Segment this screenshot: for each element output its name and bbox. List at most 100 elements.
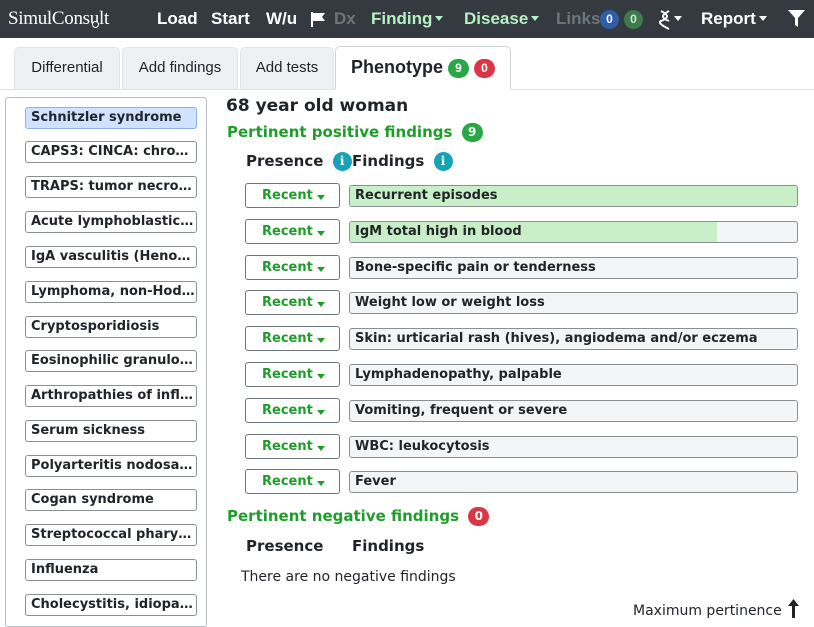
finding-item[interactable]: Vomiting, frequent or severe bbox=[349, 400, 798, 422]
info-icon[interactable]: i bbox=[332, 152, 352, 171]
presence-dropdown[interactable]: Recent bbox=[245, 290, 340, 315]
presence-dropdown[interactable]: Recent bbox=[245, 469, 340, 494]
brand-logo[interactable]: SimulConsult bbox=[8, 6, 109, 32]
chevron-down-icon bbox=[317, 481, 325, 486]
nav-disease-dropdown[interactable]: Disease bbox=[464, 8, 540, 30]
finding-item[interactable]: Fever bbox=[349, 471, 798, 493]
chevron-down-icon bbox=[317, 302, 325, 307]
links-badge-green: 0 bbox=[624, 10, 643, 29]
nav-links[interactable]: Links bbox=[556, 8, 600, 30]
negative-findings-heading: Pertinent negative findings 0 bbox=[227, 507, 490, 526]
finding-item[interactable]: WBC: leukocytosis bbox=[349, 436, 798, 458]
presence-dropdown[interactable]: Recent bbox=[245, 398, 340, 423]
chevron-down-icon bbox=[758, 15, 767, 21]
presence-dropdown[interactable]: Recent bbox=[245, 434, 340, 459]
differential-item[interactable]: Polyarteritis nodosa, classic bbox=[25, 455, 197, 477]
positive-findings-heading-text: Pertinent positive findings bbox=[227, 123, 453, 141]
differential-item[interactable]: TRAPS: tumor necrosis factor receptor-as… bbox=[25, 176, 197, 198]
info-icon[interactable]: i bbox=[433, 152, 453, 171]
finding-item[interactable]: Recurrent episodes bbox=[349, 185, 798, 207]
finding-item[interactable]: IgM total high in blood bbox=[349, 221, 798, 243]
differential-item[interactable]: Lymphoma, non-Hodgkin bbox=[25, 281, 197, 303]
tab-add-tests[interactable]: Add tests bbox=[240, 47, 334, 89]
differential-list: Schnitzler syndrome CAPS3: CINCA: chroni… bbox=[5, 97, 207, 627]
nav-disease-label: Disease bbox=[464, 9, 529, 28]
negative-count-badge: 0 bbox=[468, 507, 490, 526]
differential-item[interactable]: Eosinophilic granulomatosis with polyang… bbox=[25, 350, 197, 372]
finding-label: Recurrent episodes bbox=[355, 188, 498, 203]
differential-item[interactable]: IgA vasculitis (Henoch-Schönlein purpura… bbox=[25, 246, 197, 268]
no-negative-findings-text: There are no negative findings bbox=[241, 569, 456, 585]
filter-icon[interactable] bbox=[788, 10, 805, 28]
finding-label: Weight low or weight loss bbox=[355, 295, 545, 310]
chevron-down-icon bbox=[317, 446, 325, 451]
nav-report-dropdown[interactable]: Report bbox=[701, 8, 767, 30]
chevron-down-icon bbox=[317, 374, 325, 379]
positive-count-badge: 9 bbox=[461, 123, 483, 142]
arrow-up-icon bbox=[788, 599, 800, 618]
presence-dropdown-label: Recent bbox=[262, 331, 313, 346]
tab-bar: Differential Add findings Add tests Phen… bbox=[0, 38, 814, 90]
chevron-down-icon bbox=[531, 15, 540, 21]
finding-label: Lymphadenopathy, palpable bbox=[355, 367, 562, 382]
presence-dropdown[interactable]: Recent bbox=[245, 219, 340, 244]
presence-dropdown[interactable]: Recent bbox=[245, 362, 340, 387]
finding-label: IgM total high in blood bbox=[355, 224, 522, 239]
brand-logo-dot bbox=[92, 21, 99, 28]
presence-dropdown-label: Recent bbox=[262, 439, 313, 454]
findings-header-text: Findings bbox=[352, 152, 425, 170]
presence-dropdown[interactable]: Recent bbox=[245, 183, 340, 208]
presence-column-header: Presence i bbox=[246, 152, 352, 171]
finding-item[interactable]: Lymphadenopathy, palpable bbox=[349, 364, 798, 386]
differential-item[interactable]: Influenza bbox=[25, 559, 197, 581]
differential-item[interactable]: Streptococcal pharyngitis bbox=[25, 524, 197, 546]
differential-item[interactable]: Acute lymphoblastic leukemia bbox=[25, 211, 197, 233]
nav-finding-dropdown[interactable]: Finding bbox=[371, 8, 444, 30]
nav-start[interactable]: Start bbox=[211, 8, 250, 30]
presence-dropdown[interactable]: Recent bbox=[245, 326, 340, 351]
presence-dropdown-label: Recent bbox=[262, 188, 313, 203]
presence-dropdown-label: Recent bbox=[262, 260, 313, 275]
nav-wu[interactable]: W/u bbox=[266, 8, 297, 30]
presence-dropdown-label: Recent bbox=[262, 295, 313, 310]
max-pertinence-label: Maximum pertinence bbox=[633, 603, 782, 619]
differential-item[interactable]: Arthropathies of inflammatory bowel dise… bbox=[25, 385, 197, 407]
differential-item[interactable]: Schnitzler syndrome bbox=[25, 107, 197, 129]
finding-item[interactable]: Bone-specific pain or tenderness bbox=[349, 257, 798, 279]
findings-column-header: Findings i bbox=[352, 152, 453, 171]
differential-item[interactable]: Cholecystitis, idiopathic bbox=[25, 594, 197, 616]
finding-label: WBC: leukocytosis bbox=[355, 439, 490, 454]
nav-finding-label: Finding bbox=[371, 9, 433, 28]
differential-item[interactable]: CAPS3: CINCA: chronic infantile neurolog… bbox=[25, 141, 197, 163]
dna-dropdown[interactable] bbox=[659, 8, 682, 30]
negative-findings-header: Findings bbox=[352, 537, 425, 555]
tab-differential[interactable]: Differential bbox=[14, 47, 120, 89]
presence-dropdown-label: Recent bbox=[262, 403, 313, 418]
chevron-down-icon bbox=[674, 15, 682, 21]
nav-dx[interactable]: Dx bbox=[334, 8, 356, 30]
phenotype-negative-badge: 0 bbox=[474, 58, 496, 78]
tab-add-findings[interactable]: Add findings bbox=[122, 47, 238, 89]
negative-findings-heading-text: Pertinent negative findings bbox=[227, 507, 460, 525]
chevron-down-icon bbox=[317, 410, 325, 415]
presence-header-text: Presence bbox=[246, 152, 324, 170]
chevron-down-icon bbox=[317, 338, 325, 343]
presence-dropdown[interactable]: Recent bbox=[245, 255, 340, 280]
tab-phenotype-label: Phenotype bbox=[350, 57, 443, 77]
presence-dropdown-label: Recent bbox=[262, 474, 313, 489]
max-pertinence-indicator: Maximum pertinence bbox=[633, 599, 800, 619]
flag-icon[interactable] bbox=[310, 11, 326, 28]
finding-item[interactable]: Weight low or weight loss bbox=[349, 292, 798, 314]
differential-item[interactable]: Cryptosporidiosis bbox=[25, 316, 197, 338]
positive-findings-heading: Pertinent positive findings 9 bbox=[227, 123, 483, 142]
differential-item[interactable]: Serum sickness bbox=[25, 420, 197, 442]
links-badge-blue: 0 bbox=[600, 10, 619, 29]
presence-dropdown-label: Recent bbox=[262, 224, 313, 239]
finding-label: Bone-specific pain or tenderness bbox=[355, 260, 596, 275]
nav-load[interactable]: Load bbox=[157, 8, 198, 30]
presence-dropdown-label: Recent bbox=[262, 367, 313, 382]
differential-item[interactable]: Cogan syndrome bbox=[25, 489, 197, 511]
tab-phenotype[interactable]: Phenotype 9 0 bbox=[335, 46, 511, 90]
finding-item[interactable]: Skin: urticarial rash (hives), angiodema… bbox=[349, 328, 798, 350]
chevron-down-icon bbox=[317, 195, 325, 200]
